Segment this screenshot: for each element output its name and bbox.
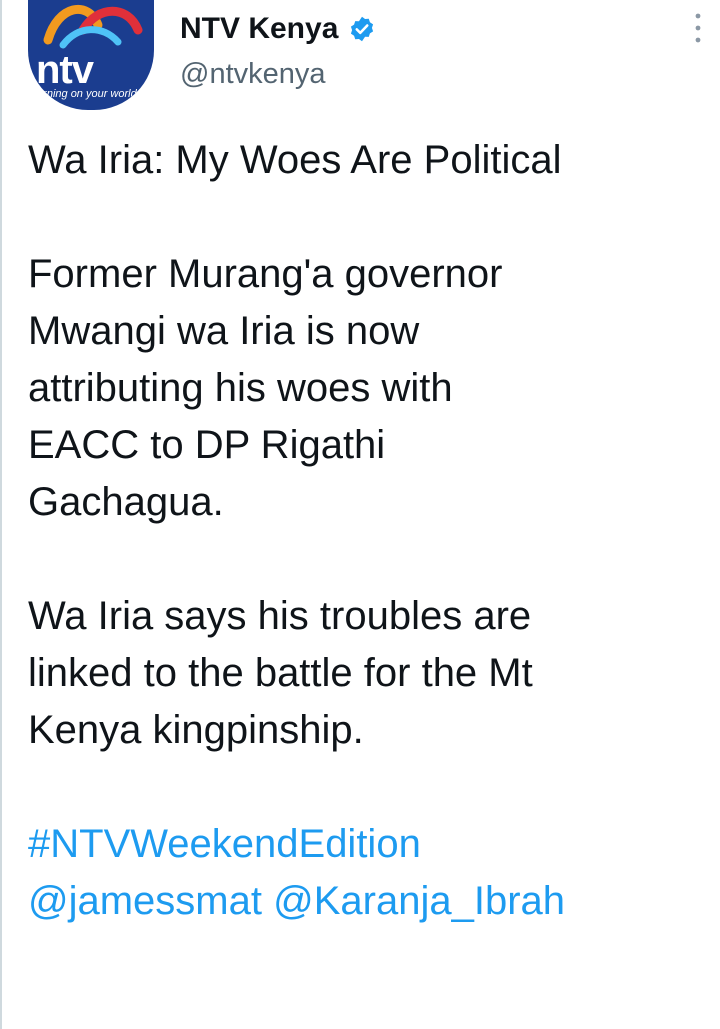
- tweet-line: EACC to DP Rigathi: [28, 423, 386, 467]
- tweet-line: linked to the battle for the Mt: [28, 651, 533, 695]
- tweet-line: attributing his woes with: [28, 366, 453, 410]
- name-row: NTV Kenya: [180, 12, 376, 46]
- mention-link[interactable]: @Karanja_Ibrah: [273, 879, 565, 923]
- hashtag-link[interactable]: #NTVWeekendEdition: [28, 822, 421, 866]
- tweet-paragraph-1: Former Murang'a governor Mwangi wa Iria …: [28, 246, 708, 531]
- tweet-line: Gachagua.: [28, 480, 224, 524]
- avatar[interactable]: ntv turning on your world: [28, 0, 154, 110]
- tweet-headline: Wa Iria: My Woes Are Political: [28, 138, 562, 182]
- more-options-icon[interactable]: [688, 8, 708, 48]
- tweet-tags: #NTVWeekendEdition @jamessmat @Karanja_I…: [28, 816, 708, 930]
- tweet-paragraph-2: Wa Iria says his troubles are linked to …: [28, 588, 708, 759]
- display-name[interactable]: NTV Kenya: [180, 12, 338, 46]
- tweet-text: Wa Iria: My Woes Are Political Former Mu…: [28, 132, 708, 930]
- tweet-line: Former Murang'a governor: [28, 252, 503, 296]
- tweet-line: Wa Iria says his troubles are: [28, 594, 532, 638]
- logo-tagline: turning on your world: [34, 88, 137, 100]
- left-divider: [0, 0, 2, 1029]
- mention-link[interactable]: @jamessmat: [28, 879, 262, 923]
- tweet-line: Mwangi wa Iria is now: [28, 309, 420, 353]
- verified-badge-icon: [351, 16, 374, 42]
- logo-text: ntv: [36, 48, 94, 92]
- tweet-header: ntv turning on your world NTV Kenya @ntv…: [28, 0, 708, 110]
- tweet-line: Kenya kingpinship.: [28, 708, 364, 752]
- handle[interactable]: @ntvkenya: [180, 58, 326, 91]
